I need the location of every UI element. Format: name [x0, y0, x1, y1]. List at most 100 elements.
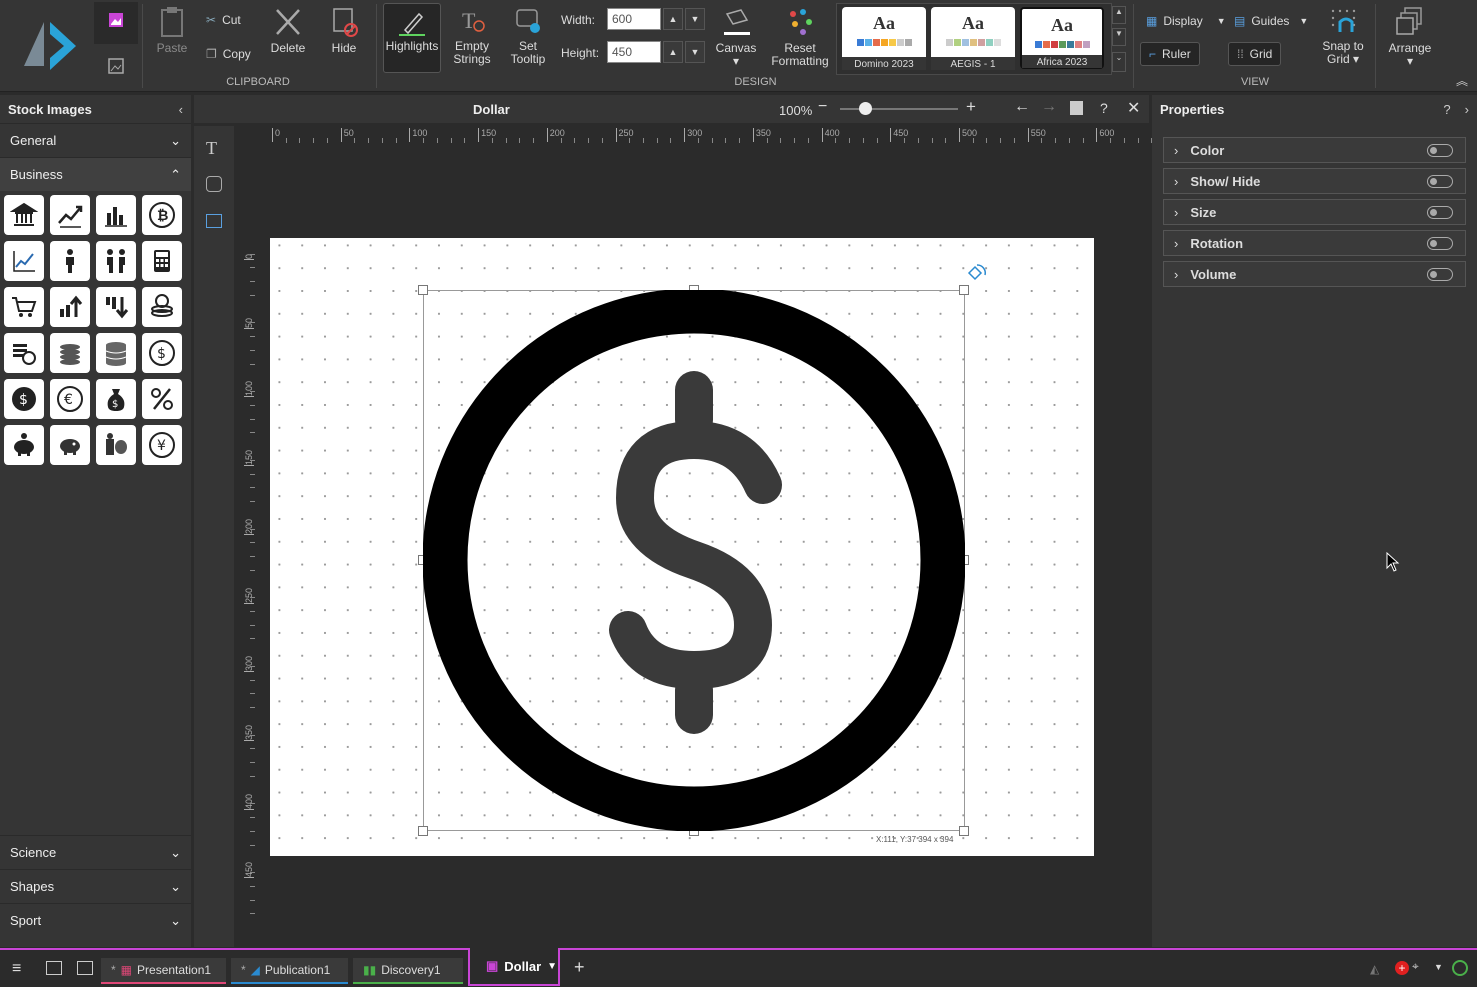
hide-button[interactable]: Hide — [322, 6, 366, 55]
collapse-left-icon[interactable]: ‹ — [179, 102, 183, 117]
prop-show-hide[interactable]: › Show/ Hide — [1163, 168, 1466, 194]
color-toggle[interactable] — [1427, 144, 1453, 157]
section-business[interactable]: Business ⌃ — [0, 157, 191, 191]
volume-toggle[interactable] — [1427, 268, 1453, 281]
files-icon[interactable] — [46, 961, 62, 975]
prop-rotation[interactable]: › Rotation — [1163, 230, 1466, 256]
arrow-up-chart-icon[interactable] — [50, 287, 90, 327]
canvas-button[interactable]: Canvas ▾ — [712, 6, 760, 68]
empty-strings-button[interactable]: T Empty Strings — [450, 6, 494, 66]
shopping-cart-icon[interactable] — [4, 287, 44, 327]
delete-button[interactable]: Delete — [266, 6, 310, 55]
zoom-slider-thumb[interactable] — [859, 102, 872, 115]
redo-icon[interactable]: → — [1041, 98, 1057, 116]
mode-gallery-button[interactable] — [94, 46, 138, 88]
save-icon[interactable] — [1070, 101, 1083, 115]
handshake-people-icon[interactable] — [96, 241, 136, 281]
line-graph-icon[interactable] — [4, 241, 44, 281]
close-icon[interactable]: ✕ — [1127, 98, 1140, 118]
prop-color[interactable]: › Color — [1163, 137, 1466, 163]
dollar-circle-icon[interactable]: $ — [142, 333, 182, 373]
height-down-button[interactable]: ▼ — [685, 41, 705, 63]
tab-presentation1[interactable]: * ▦ Presentation1 — [101, 958, 226, 984]
growth-chart-icon[interactable] — [50, 195, 90, 235]
dollar-coin-graphic[interactable] — [423, 290, 965, 831]
text-tool-icon[interactable]: T — [206, 138, 217, 159]
tab-dollar-active[interactable]: ▣ Dollar ▼ — [468, 948, 560, 986]
tab-discovery1[interactable]: ▮▮ Discovery1 — [353, 958, 463, 984]
piggy-bank-2-icon[interactable] — [50, 425, 90, 465]
guides-button[interactable]: ▤ Guides ▼ — [1234, 14, 1308, 28]
new-tab-icon[interactable]: + — [574, 957, 585, 978]
reset-formatting-button[interactable]: Reset Formatting — [770, 6, 830, 68]
theme-scroll-down-icon[interactable]: ▼ — [1112, 28, 1126, 46]
prop-size[interactable]: › Size — [1163, 199, 1466, 225]
collapse-right-icon[interactable]: › — [1465, 102, 1469, 117]
tab-publication1[interactable]: * ◢ Publication1 — [231, 958, 348, 984]
add-red-icon[interactable]: + — [1395, 961, 1409, 975]
theme-domino-2023[interactable]: Aa Domino 2023 — [842, 7, 926, 70]
canvas-page[interactable]: X:111, Y:37 394 x 394 — [270, 238, 1094, 856]
coin-stack-dollar-icon[interactable] — [142, 287, 182, 327]
rotation-toggle[interactable] — [1427, 237, 1453, 250]
bar-chart-icon[interactable] — [96, 195, 136, 235]
mode-image-button[interactable] — [94, 2, 138, 44]
section-shapes[interactable]: Shapes ⌄ — [0, 869, 191, 903]
show-hide-toggle[interactable] — [1427, 175, 1453, 188]
height-input[interactable]: 450 — [607, 41, 661, 63]
bank-icon[interactable] — [4, 195, 44, 235]
display-button[interactable]: ▦ Display ▼ — [1146, 14, 1226, 28]
section-sport[interactable]: Sport ⌄ — [0, 903, 191, 937]
theme-africa-2023[interactable]: Aa Africa 2023 — [1020, 7, 1104, 69]
piggy-bank-icon[interactable] — [4, 425, 44, 465]
ruler-toggle[interactable]: ⌐ Ruler — [1140, 42, 1200, 66]
money-bag-icon[interactable]: $ — [96, 379, 136, 419]
zoom-out-icon[interactable]: − — [818, 98, 827, 116]
rotate-handle-icon[interactable] — [963, 261, 989, 288]
screens-icon[interactable] — [77, 961, 93, 975]
width-down-button[interactable]: ▼ — [685, 8, 705, 30]
theme-aegis-1[interactable]: Aa AEGIS - 1 — [931, 7, 1015, 70]
section-science[interactable]: Science ⌄ — [0, 835, 191, 869]
coins-icon[interactable] — [50, 333, 90, 373]
highlights-button[interactable]: Highlights — [383, 3, 441, 73]
zoom-in-icon[interactable]: + — [966, 97, 976, 117]
tray-dropdown-icon[interactable]: ▼ — [1434, 962, 1443, 972]
section-general[interactable]: General ⌄ — [0, 123, 191, 157]
theme-expand-icon[interactable]: ⌄ — [1112, 52, 1126, 72]
shape-tool-icon[interactable] — [206, 176, 222, 192]
pin-icon[interactable]: ⌖ — [1412, 959, 1419, 974]
copy-button[interactable]: ❐ Copy — [206, 47, 251, 61]
zoom-slider[interactable] — [840, 108, 958, 110]
dollar-coin-filled-icon[interactable]: $ — [4, 379, 44, 419]
arrange-button[interactable]: Arrange ▾ — [1384, 6, 1436, 68]
euro-icon[interactable]: € — [50, 379, 90, 419]
collapse-ribbon-icon[interactable]: ︽ — [1456, 72, 1468, 89]
size-toggle[interactable] — [1427, 206, 1453, 219]
theme-scroll-up-icon[interactable]: ▲ — [1112, 6, 1126, 24]
grid-toggle[interactable]: ⁞⁞ Grid — [1228, 42, 1282, 66]
height-up-button[interactable]: ▲ — [663, 41, 683, 63]
bitcoin-icon[interactable]: ₿ — [142, 195, 182, 235]
paste-button[interactable]: Paste — [150, 6, 194, 55]
money-stack-icon[interactable] — [4, 333, 44, 373]
cut-button[interactable]: ✂ Cut — [206, 13, 241, 27]
sync-status-icon[interactable] — [1452, 960, 1468, 976]
image-tool-icon[interactable] — [206, 214, 222, 228]
calculator-icon[interactable] — [142, 241, 182, 281]
businessman-icon[interactable] — [50, 241, 90, 281]
width-input[interactable]: 600 — [607, 8, 661, 30]
help-icon[interactable]: ? — [1443, 102, 1450, 117]
investor-icon[interactable] — [96, 425, 136, 465]
help-icon[interactable]: ? — [1100, 100, 1108, 116]
set-tooltip-button[interactable]: Set Tooltip — [506, 6, 550, 66]
percent-icon[interactable] — [142, 379, 182, 419]
yen-icon[interactable]: ¥ — [142, 425, 182, 465]
width-up-button[interactable]: ▲ — [663, 8, 683, 30]
undo-icon[interactable]: ← — [1014, 98, 1030, 116]
arrow-down-chart-icon[interactable] — [96, 287, 136, 327]
snap-to-grid-button[interactable]: Snap to Grid ▾ — [1318, 6, 1368, 66]
database-coins-icon[interactable] — [96, 333, 136, 373]
menu-icon[interactable]: ≡ — [12, 960, 21, 978]
prop-volume[interactable]: › Volume — [1163, 261, 1466, 287]
